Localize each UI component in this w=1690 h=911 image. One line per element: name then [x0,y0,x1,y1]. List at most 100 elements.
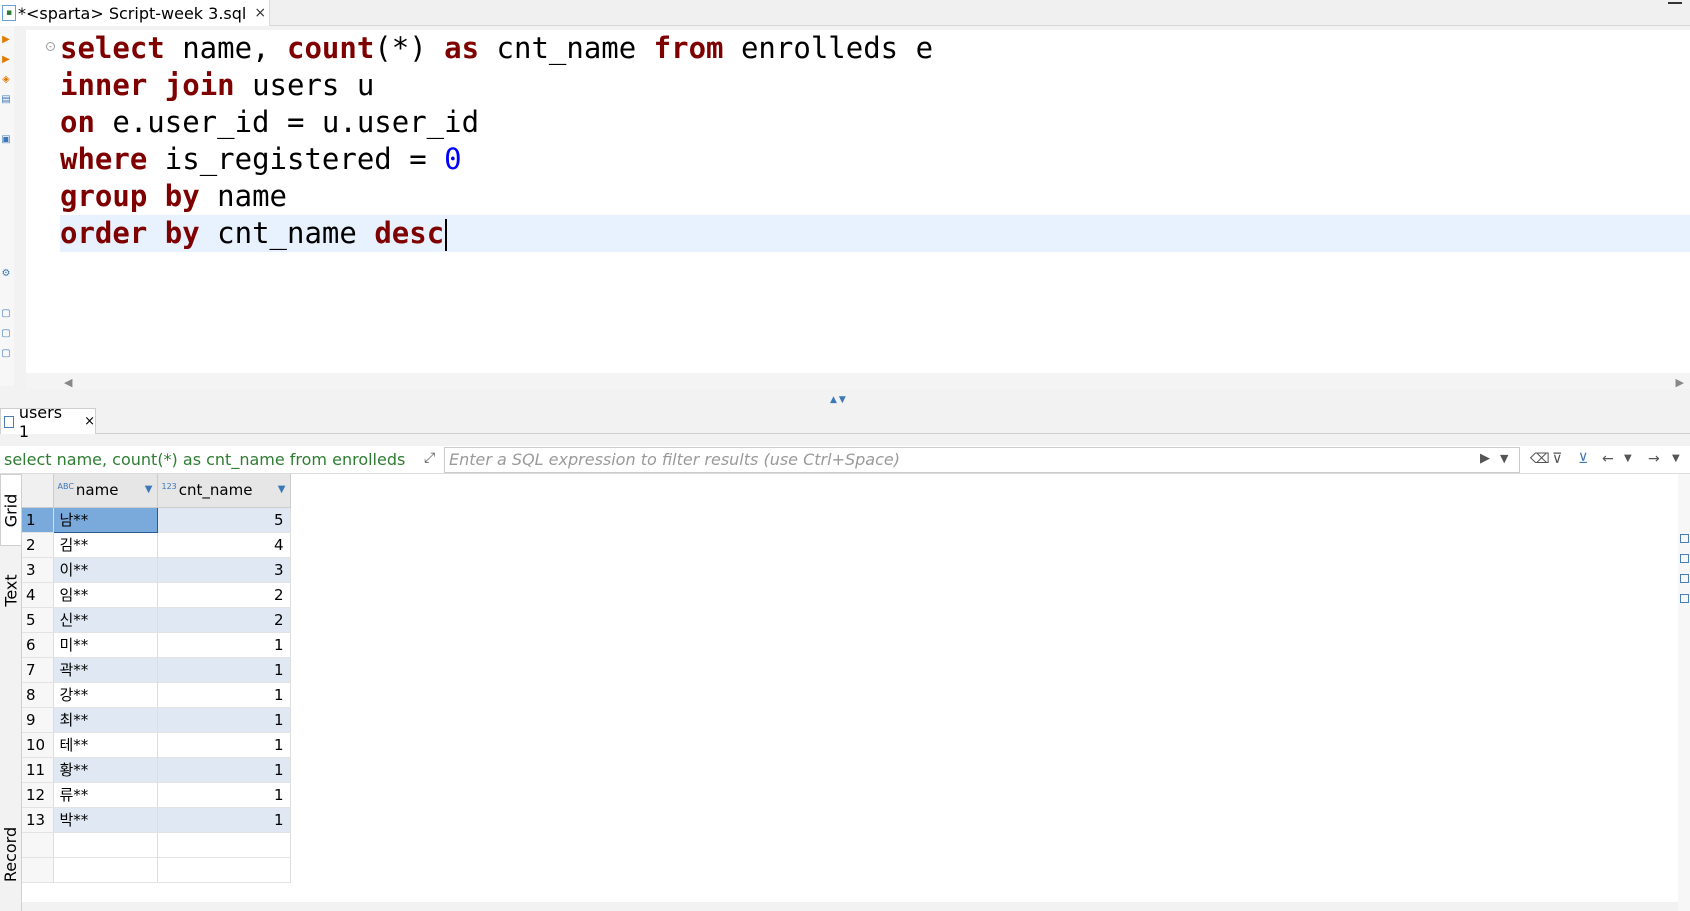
table-row[interactable]: 1 남** 5 [22,506,291,533]
execute-icon[interactable]: ▶ [0,34,12,46]
name-cell[interactable]: 미** [53,632,158,658]
cnt-cell[interactable]: 1 [157,682,291,708]
panel-splitter[interactable]: ▲▼ [0,395,1690,405]
execute-script-icon[interactable]: ▶ [0,54,12,66]
forward-dropdown-icon[interactable]: ▼ [1672,453,1680,464]
name-cell[interactable]: 신** [53,607,158,633]
table-row[interactable]: 13 박** 1 [22,807,291,833]
name-cell[interactable]: 강** [53,682,158,708]
eraser-icon[interactable]: ⌫ [1530,451,1550,467]
cnt-cell[interactable]: 1 [157,732,291,758]
table-row[interactable]: 9 최** 1 [22,707,291,733]
script-tab[interactable]: ▪ *<sparta> Script-week 3.sql × [0,0,270,26]
cnt-cell[interactable]: 1 [157,807,291,833]
back-icon[interactable]: ← [1602,451,1614,467]
tab-grid[interactable]: Grid [0,474,22,546]
cnt-cell[interactable]: 1 [157,757,291,783]
table-row[interactable]: 5 신** 2 [22,607,291,633]
fold-icon[interactable]: - [46,42,55,51]
forward-icon[interactable]: → [1648,451,1660,467]
format-icon[interactable]: ▢ [0,308,12,320]
column-menu-icon[interactable]: ▼ [145,484,153,495]
results-grid[interactable]: ABC name ▼ 123 cnt_name ▼ 1 남** 5 2 김** 4 3 이** 3 … [22,474,1678,902]
cnt-cell[interactable]: 4 [157,532,291,558]
results-tab[interactable]: users 1 × [0,403,96,441]
splitter-grip-icon[interactable]: ▲▼ [830,395,848,405]
settings-icon[interactable]: ⚙ [0,268,12,280]
row-number[interactable]: 5 [22,607,54,633]
row-number[interactable]: 4 [22,582,54,608]
table-row[interactable]: 7 곽** 1 [22,657,291,683]
name-cell[interactable]: 박** [53,807,158,833]
minimize-icon[interactable] [1668,0,1682,4]
scroll-right-icon[interactable]: ▶ [1676,376,1684,389]
sql-code[interactable]: select name, count(*) as cnt_name from e… [60,30,1690,252]
cnt-cell[interactable]: 1 [157,632,291,658]
panel-icon[interactable] [1680,574,1689,583]
filter-history-dropdown-icon[interactable]: ▼ [1500,452,1508,465]
clear-filter-icon[interactable]: ⊽ [1552,451,1562,467]
tab-record[interactable]: Record [0,804,22,904]
tab-text[interactable]: Text [0,554,22,626]
name-cell[interactable]: 테** [53,732,158,758]
editor-horizontal-scrollbar[interactable]: ◀ ▶ [26,373,1690,389]
cnt-cell[interactable]: 3 [157,557,291,583]
row-number[interactable]: 9 [22,707,54,733]
code-line: inner join users u [60,67,1690,104]
row-number[interactable]: 1 [22,507,54,533]
cnt-cell[interactable]: 1 [157,782,291,808]
filter-input[interactable]: Enter a SQL expression to filter results… [444,447,1520,473]
row-number[interactable]: 3 [22,557,54,583]
name-cell[interactable]: 곽** [53,657,158,683]
row-number[interactable]: 11 [22,757,54,783]
table-row[interactable]: 12 류** 1 [22,782,291,808]
script-tab-title: *<sparta> Script-week 3.sql [18,3,247,23]
filter-icon[interactable]: ⊻ [1578,451,1588,467]
table-row[interactable]: 4 임** 2 [22,582,291,608]
apply-filter-icon[interactable]: ▶ [1480,451,1490,466]
explain-plan-icon[interactable]: ◈ [0,74,12,86]
scroll-left-icon[interactable]: ◀ [64,376,72,389]
panel-icon[interactable] [1680,534,1689,543]
table-row[interactable]: 11 황** 1 [22,757,291,783]
export-icon[interactable]: ▤ [0,94,12,106]
row-number[interactable]: 8 [22,682,54,708]
sql-editor[interactable]: - select name, count(*) as cnt_name from… [26,30,1690,378]
cnt-cell[interactable]: 2 [157,607,291,633]
name-cell[interactable]: 남** [52,506,158,533]
row-number[interactable]: 7 [22,657,54,683]
row-number-header[interactable] [22,474,54,508]
back-dropdown-icon[interactable]: ▼ [1624,453,1632,464]
row-number[interactable]: 10 [22,732,54,758]
name-cell[interactable]: 황** [53,757,158,783]
panel-icon[interactable] [1680,594,1689,603]
cnt-cell[interactable]: 1 [157,707,291,733]
name-cell[interactable]: 임** [53,582,158,608]
column-header-name[interactable]: ABC name ▼ [53,474,158,508]
name-cell[interactable]: 류** [53,782,158,808]
column-menu-icon[interactable]: ▼ [278,484,286,495]
column-header-cnt-name[interactable]: 123 cnt_name ▼ [157,474,291,508]
cnt-cell[interactable]: 5 [157,507,291,533]
name-cell[interactable]: 최** [53,707,158,733]
table-row[interactable]: 8 강** 1 [22,682,291,708]
row-number[interactable]: 6 [22,632,54,658]
name-cell[interactable]: 김** [53,532,158,558]
row-number[interactable]: 12 [22,782,54,808]
name-cell[interactable]: 이** [53,557,158,583]
expand-icon[interactable]: ⤢ [424,450,435,466]
panel-icon[interactable] [1680,554,1689,563]
table-row[interactable]: 10 테** 1 [22,732,291,758]
cnt-cell[interactable]: 1 [157,657,291,683]
console-icon[interactable]: ▣ [0,134,12,146]
close-icon[interactable]: × [84,414,95,429]
cnt-cell[interactable]: 2 [157,582,291,608]
history-icon[interactable]: ▢ [0,348,12,360]
row-number[interactable]: 13 [22,807,54,833]
save-icon[interactable]: ▢ [0,328,12,340]
row-number[interactable]: 2 [22,532,54,558]
table-row[interactable]: 2 김** 4 [22,532,291,558]
close-icon[interactable]: × [254,5,266,21]
table-row[interactable]: 3 이** 3 [22,557,291,583]
table-row[interactable]: 6 미** 1 [22,632,291,658]
